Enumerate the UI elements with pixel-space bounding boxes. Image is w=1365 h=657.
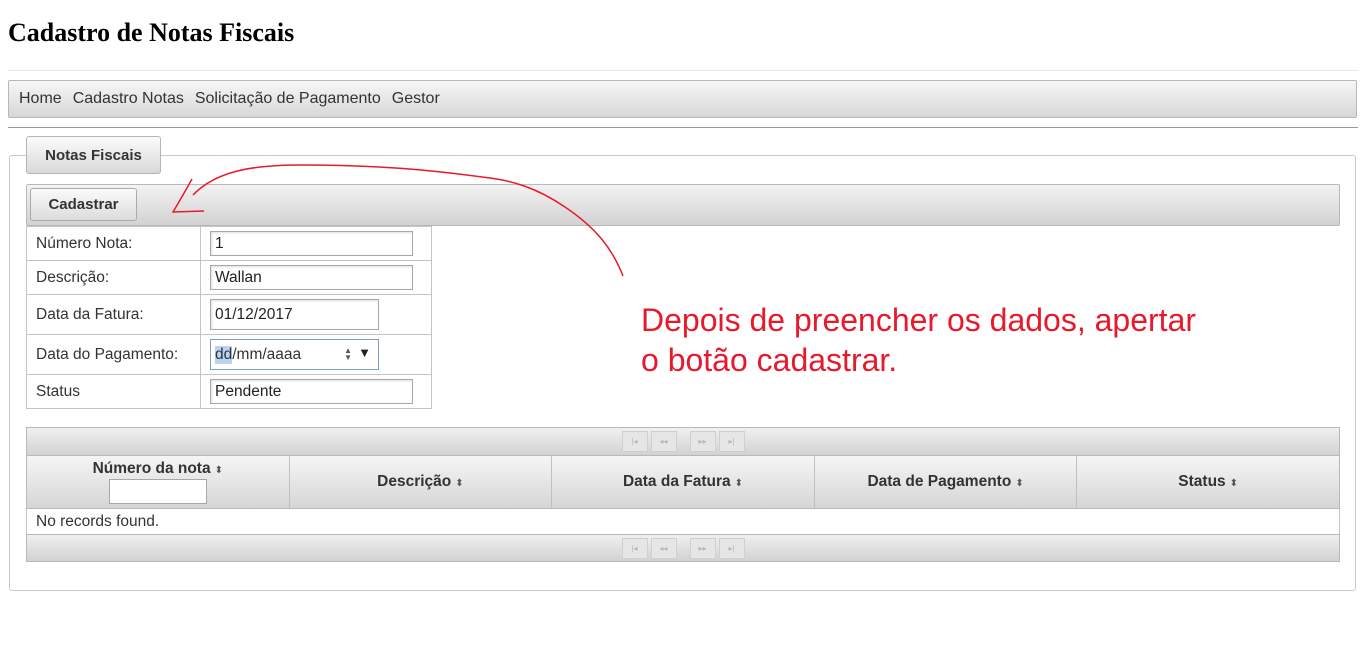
top-paginator: |◂ ◂◂ ▸▸ ▸| [26, 427, 1340, 456]
cadastrar-button[interactable]: Cadastrar [30, 188, 137, 221]
column-label-data-fatura: Data da Fatura [622, 473, 731, 490]
column-header-status[interactable]: Status ⬍ [1077, 456, 1339, 508]
first-page-icon[interactable]: |◂ [621, 431, 648, 452]
column-header-descricao[interactable]: Descrição ⬍ [290, 456, 553, 508]
previous-page-icon[interactable]: ◂◂ [650, 537, 677, 559]
data-pagamento-input[interactable]: dd/mm/aaaa ▲ ▼ ▼ [210, 339, 379, 370]
annotation-line-2: o botão cadastrar. [641, 342, 898, 378]
data-fatura-label: Data da Fatura: [26, 294, 201, 335]
column-header-data-fatura[interactable]: Data da Fatura ⬍ [552, 456, 815, 508]
last-page-icon[interactable]: ▸| [718, 431, 745, 452]
annotation-line-1: Depois de preencher os dados, apertar [641, 302, 1197, 338]
sort-icon[interactable]: ⬍ [1015, 478, 1023, 489]
form-toolbar [26, 184, 1340, 226]
next-page-icon[interactable]: ▸▸ [689, 431, 716, 452]
menu-item-cadastro-notas[interactable]: Cadastro Notas [73, 90, 184, 108]
bottom-paginator: |◂ ◂◂ ▸▸ ▸| [26, 534, 1340, 562]
column-label-data-pagamento: Data de Pagamento [867, 473, 1012, 490]
column-label-numero: Número da nota [92, 460, 211, 477]
status-label: Status [26, 374, 201, 409]
column-header-data-pagamento[interactable]: Data de Pagamento ⬍ [815, 456, 1078, 508]
spinner-icon[interactable]: ▲ ▼ [344, 347, 352, 362]
menu-item-home[interactable]: Home [19, 90, 62, 108]
menubar: Home Cadastro Notas Solicitação de Pagam… [8, 80, 1357, 118]
sort-icon[interactable]: ⬍ [1230, 478, 1238, 489]
dropdown-arrow-icon[interactable]: ▼ [358, 345, 371, 360]
column-label-status: Status [1178, 473, 1226, 490]
numero-nota-input[interactable]: 1 [210, 231, 413, 256]
first-page-icon[interactable]: |◂ [621, 537, 648, 559]
status-input[interactable]: Pendente [210, 379, 413, 404]
sort-icon[interactable]: ⬍ [215, 465, 223, 476]
numero-nota-label: Número Nota: [26, 226, 201, 261]
nota-form: Número Nota: 1 Descrição: Wallan Data da… [26, 226, 432, 409]
sort-icon[interactable]: ⬍ [455, 478, 463, 489]
date-rest-segment: /mm/aaaa [232, 345, 302, 363]
data-pagamento-label: Data do Pagamento: [26, 334, 201, 375]
annotation-text: Depois de preencher os dados, apertar o … [641, 300, 1196, 380]
table-header: Número da nota ⬍ Descrição ⬍ Data da Fatur… [26, 456, 1340, 509]
date-day-segment[interactable]: dd [215, 345, 233, 364]
empty-message: No records found. [26, 509, 1340, 534]
numero-filter-input[interactable] [108, 479, 207, 504]
menu-item-solicitacao-pagamento[interactable]: Solicitação de Pagamento [195, 90, 381, 108]
descricao-label: Descrição: [26, 260, 201, 295]
previous-page-icon[interactable]: ◂◂ [650, 431, 677, 452]
column-header-numero[interactable]: Número da nota ⬍ [27, 456, 290, 508]
page-title: Cadastro de Notas Fiscais [8, 18, 295, 47]
data-fatura-input[interactable]: 01/12/2017 [210, 299, 379, 330]
menu-divider [8, 127, 1358, 128]
top-divider [8, 70, 1358, 71]
menu-item-gestor[interactable]: Gestor [392, 90, 440, 108]
column-label-descricao: Descrição [377, 473, 452, 490]
next-page-icon[interactable]: ▸▸ [689, 537, 716, 559]
last-page-icon[interactable]: ▸| [718, 537, 745, 559]
sort-icon[interactable]: ⬍ [735, 478, 743, 489]
panel-legend[interactable]: Notas Fiscais [26, 136, 161, 174]
descricao-input[interactable]: Wallan [210, 265, 413, 290]
